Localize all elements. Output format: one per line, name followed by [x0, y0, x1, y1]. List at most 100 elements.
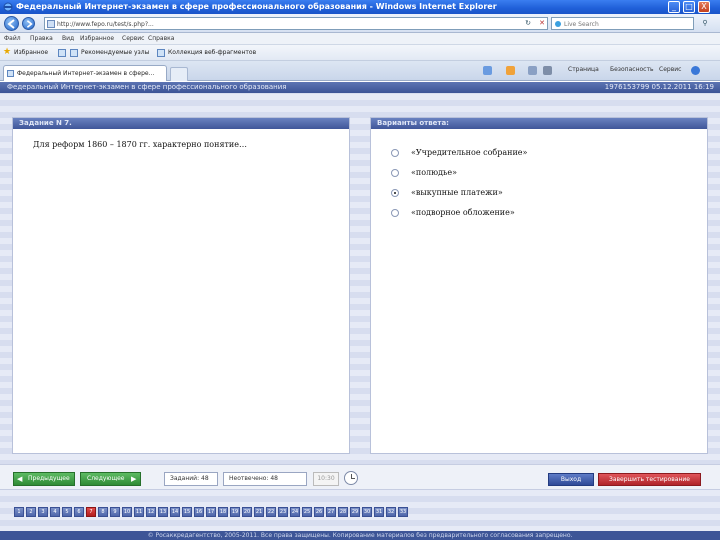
window-title-bar: Федеральный Интернет-экзамен в сфере про… — [0, 0, 720, 14]
address-bar: ↻ ✕ ⚲ — [0, 14, 720, 33]
page-link[interactable]: 20 — [242, 507, 252, 517]
page-link-current[interactable]: 7 — [86, 507, 96, 517]
page-link[interactable]: 30 — [362, 507, 372, 517]
page-link[interactable]: 6 — [74, 507, 84, 517]
page-link[interactable]: 12 — [146, 507, 156, 517]
favorite-page-icon — [157, 49, 165, 57]
page-link[interactable]: 28 — [338, 507, 348, 517]
favorite-link-webslices[interactable]: Коллекция веб-фрагментов — [168, 49, 256, 56]
page-link[interactable]: 31 — [374, 507, 384, 517]
help-icon[interactable] — [691, 66, 700, 75]
page-link[interactable]: 25 — [302, 507, 312, 517]
answer-radio[interactable] — [391, 209, 399, 217]
favorites-button[interactable]: Избранное — [14, 49, 48, 56]
stop-icon[interactable]: ✕ — [536, 17, 548, 30]
answers-panel-header: Варианты ответа: — [371, 118, 707, 129]
arrow-left-icon: ◀ — [17, 475, 23, 483]
maximize-button[interactable]: □ — [683, 1, 695, 13]
answer-label[interactable]: «Учредительное собрание» — [411, 148, 527, 157]
favorite-link-suggested[interactable]: Рекомендуемые узлы — [81, 49, 149, 56]
page-link[interactable]: 29 — [350, 507, 360, 517]
next-label: Следующее — [87, 475, 125, 482]
refresh-icon[interactable]: ↻ — [522, 17, 534, 30]
back-arrow-icon — [7, 19, 15, 29]
page-link[interactable]: 16 — [194, 507, 204, 517]
favorites-bar: ★ Избранное Рекомендуемые узлы Коллекция… — [0, 45, 720, 61]
url-field[interactable] — [44, 17, 548, 30]
answer-label[interactable]: «подворное обложение» — [411, 208, 515, 217]
page-link[interactable]: 33 — [398, 507, 408, 517]
page-link[interactable]: 13 — [158, 507, 168, 517]
page-link[interactable]: 22 — [266, 507, 276, 517]
question-number: Задание N 7. — [19, 119, 72, 127]
previous-button[interactable]: ◀ Предыдущее — [13, 472, 75, 486]
menu-file[interactable]: Файл — [4, 35, 21, 42]
page-link[interactable]: 1 — [14, 507, 24, 517]
page-link[interactable]: 21 — [254, 507, 264, 517]
page-link[interactable]: 2 — [26, 507, 36, 517]
page-link[interactable]: 5 — [62, 507, 72, 517]
page-link[interactable]: 18 — [218, 507, 228, 517]
page-link[interactable]: 4 — [50, 507, 60, 517]
page-link[interactable]: 24 — [290, 507, 300, 517]
finish-test-button[interactable]: Завершить тестирование — [598, 473, 701, 486]
page-link[interactable]: 32 — [386, 507, 396, 517]
print-icon[interactable] — [543, 66, 552, 75]
url-input[interactable] — [57, 19, 537, 29]
home-icon[interactable] — [483, 66, 492, 75]
add-favorites-icon[interactable] — [58, 49, 66, 57]
answer-label[interactable]: «полюдье» — [411, 168, 457, 177]
page-icon — [47, 20, 55, 28]
page-link[interactable]: 27 — [326, 507, 336, 517]
back-button[interactable] — [4, 16, 19, 31]
page-link[interactable]: 11 — [134, 507, 144, 517]
page-link[interactable]: 19 — [230, 507, 240, 517]
timer-display: 10:30 — [313, 472, 339, 486]
page-link[interactable]: 9 — [110, 507, 120, 517]
window-title: Федеральный Интернет-экзамен в сфере про… — [16, 2, 497, 11]
arrow-right-icon: ▶ — [131, 475, 137, 483]
forward-button[interactable] — [22, 17, 35, 30]
page-link[interactable]: 15 — [182, 507, 192, 517]
internet-explorer-icon — [3, 2, 13, 12]
menu-safety[interactable]: Безопасность — [610, 66, 654, 73]
menu-page[interactable]: Страница — [568, 66, 599, 73]
page-link[interactable]: 3 — [38, 507, 48, 517]
answer-radio[interactable] — [391, 149, 399, 157]
unanswered-count: Неотвечено: 48 — [223, 472, 307, 486]
page-link[interactable]: 23 — [278, 507, 288, 517]
tab-row: Федеральный Интернет-экзамен в сфере... … — [0, 61, 720, 81]
minimize-button[interactable]: _ — [668, 1, 680, 13]
menu-view[interactable]: Вид — [62, 35, 74, 42]
menu-favorites[interactable]: Избранное — [80, 35, 114, 42]
question-panel: Задание N 7. Для реформ 1860 – 1870 гг. … — [12, 117, 350, 454]
page-link[interactable]: 17 — [206, 507, 216, 517]
search-field[interactable] — [551, 17, 694, 30]
exit-button[interactable]: Выход — [548, 473, 594, 486]
menu-edit[interactable]: Правка — [30, 35, 53, 42]
menu-tools[interactable]: Сервис — [122, 35, 144, 42]
next-button[interactable]: Следующее ▶ — [80, 472, 141, 486]
page-link[interactable]: 10 — [122, 507, 132, 517]
close-window-button[interactable]: X — [698, 1, 710, 13]
answer-radio-selected[interactable] — [391, 189, 399, 197]
favorite-page-icon — [70, 49, 78, 57]
answer-label[interactable]: «выкупные платежи» — [411, 188, 503, 197]
favorites-star-icon[interactable]: ★ — [3, 48, 11, 57]
menu-help[interactable]: Справка — [148, 35, 174, 42]
menu-tools-cmd[interactable]: Сервис — [659, 66, 681, 73]
mail-icon[interactable] — [528, 66, 537, 75]
answer-radio[interactable] — [391, 169, 399, 177]
search-icon[interactable]: ⚲ — [697, 17, 713, 30]
new-tab-button[interactable] — [170, 67, 188, 81]
feeds-icon[interactable] — [506, 66, 515, 75]
page-link[interactable]: 8 — [98, 507, 108, 517]
test-navigation-bar: ◀ Предыдущее Следующее ▶ Заданий: 48 Нео… — [0, 464, 720, 490]
question-text: Для реформ 1860 – 1870 гг. характерно по… — [33, 140, 247, 149]
live-search-icon — [555, 21, 561, 27]
search-input[interactable] — [564, 19, 689, 29]
page-link[interactable]: 26 — [314, 507, 324, 517]
page-link[interactable]: 14 — [170, 507, 180, 517]
menu-bar: Файл Правка Вид Избранное Сервис Справка — [0, 33, 720, 45]
tab-current[interactable]: Федеральный Интернет-экзамен в сфере... — [3, 65, 167, 81]
